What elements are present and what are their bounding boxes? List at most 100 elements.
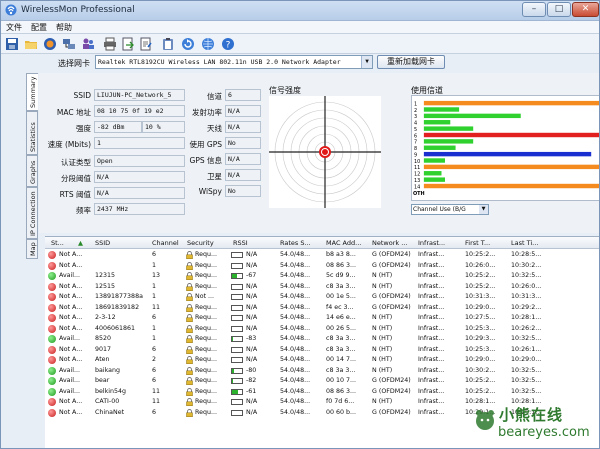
ssid-label: SSID [73,91,91,100]
tab-statistics[interactable]: Statistics [26,111,38,155]
cell-rssi: N/A [246,261,258,269]
table-row[interactable]: Not A... 18691839182 11 Requ... N/A 54.0/48..… [45,303,599,314]
ssid-value: LIUJUN-PC_Network_5 [97,91,172,99]
cell-sec: Requ... [195,251,217,258]
status-unavailable-icon [48,356,56,364]
tab-ip-connection[interactable]: IP Connection [26,187,38,239]
channel-bar-5 [423,126,474,131]
cell-inf: Infrast... [418,282,445,290]
menu-help[interactable]: 帮助 [56,22,72,33]
settings-icon[interactable] [139,37,153,51]
status-unavailable-icon [48,251,56,259]
cell-last: 10:29:2... [511,303,542,311]
table-row[interactable]: Not A... Aten 2 Requ... N/A 54.0/48... 00 14 7… [45,355,599,366]
rssi-bar [231,336,243,342]
rssi-bar [231,273,243,279]
help-icon[interactable]: ? [221,37,235,51]
cell-mac: c8 3a 3... [326,282,356,290]
tab-map[interactable]: Map [26,239,38,259]
table-row[interactable]: Avail... 8520 1 Requ... -83 54.0/48... c8 3a 3… [45,334,599,345]
cell-status: Avail... [59,377,81,384]
reload-adapter-button[interactable]: 重新加载网卡 [377,55,445,69]
globe-icon[interactable] [201,37,215,51]
minimize-button[interactable]: – [522,2,546,17]
status-unavailable-icon [48,303,56,312]
watermark-cn: 小熊在线 [499,406,564,424]
clipboard-icon[interactable] [161,37,175,51]
chevron-down-icon[interactable]: ▼ [361,56,372,68]
lock-icon [186,272,193,281]
sort-asc-icon[interactable]: ▲ [78,239,88,247]
table-row[interactable]: Not A... 13891877388a 1 Not ... N/A 54.0/48..… [45,292,599,303]
cell-sec: Requ... [195,282,217,290]
cell-status: Not A... [59,303,83,311]
table-row[interactable]: Not A... 2-3-12 6 Requ... N/A 54.0/48... 14 e6… [45,313,599,324]
cell-first: 10:30:2... [465,366,496,374]
table-row[interactable]: Avail... belkin54g 11 Requ... -61 54.0/48... 0… [45,387,599,398]
menu-file[interactable]: 文件 [6,22,22,33]
txpower-label: 发射功率 [192,108,222,117]
col-channel[interactable]: Channel [152,239,186,247]
cell-rssi: N/A [246,356,258,363]
chevron-down-icon[interactable]: ▼ [479,205,488,214]
col-rssi[interactable]: RSSI [233,239,277,247]
close-button[interactable]: ✕ [572,2,599,17]
cell-rates: 54.0/48... [280,261,311,269]
tab-summary[interactable]: Summary [26,73,38,111]
cell-first: 10:25:2... [465,377,496,384]
col-ssid[interactable]: SSID [95,239,150,247]
cell-rates: 54.0/48... [280,398,311,405]
record-icon[interactable] [43,37,57,51]
lock-icon [186,366,193,375]
table-row[interactable]: Avail... baikang 6 Requ... -80 54.0/48... c8 3… [45,366,599,377]
cell-inf: Infrast... [418,345,445,353]
open-folder-icon[interactable] [24,37,38,51]
cell-first: 10:25:2... [465,251,496,258]
col-last-seen[interactable]: Last Ti... [511,239,555,247]
network-icon[interactable] [62,37,76,51]
rssi-bar [231,357,243,363]
channel-label-6: 6 [414,133,417,139]
cell-mac: 00 1e 5... [326,293,356,300]
cell-sec: Requ... [195,335,217,342]
table-row[interactable]: Not A... 6 Requ... N/A 54.0/48... b8 a3 8... G… [45,250,599,261]
channel-label-1: 1 [414,101,417,107]
cell-inf: Infrast... [418,356,445,363]
wispy-value: No [228,187,236,195]
channel-label-9: 9 [414,152,417,158]
cell-ch: 1 [152,261,157,269]
cell-first: 10:29:3... [465,335,496,342]
status-unavailable-icon [48,398,56,406]
cell-ssid: 8520 [95,335,112,342]
table-row[interactable]: Avail... 12315 13 Requ... -67 54.0/48... 5c d9… [45,271,599,282]
table-row[interactable]: Not A... 12515 1 Requ... N/A 54.0/48... c8 3a … [45,282,599,293]
col-mac[interactable]: MAC Add... [326,239,370,247]
col-rates[interactable]: Rates S... [280,239,324,247]
col-network[interactable]: Network ... [372,239,417,247]
adapter-select[interactable]: Realtek RTL8192CU Wireless LAN 802.11n U… [95,55,373,69]
menu-config[interactable]: 配置 [31,22,47,33]
col-infrastructure[interactable]: Infrast... [418,239,464,247]
cell-ch: 6 [152,314,157,321]
col-first-seen[interactable]: First T... [465,239,509,247]
cell-ch: 11 [152,398,161,405]
export-icon[interactable] [121,37,135,51]
tab-graphs[interactable]: Graphs [26,155,38,187]
status-available-icon [48,335,56,343]
refresh-icon[interactable] [181,37,195,51]
cell-first: 10:29:0... [465,356,496,363]
channel-use-select[interactable]: Channel Use (B/G ▼ [411,204,489,215]
maximize-button[interactable]: □ [547,2,571,17]
table-row[interactable]: Not A... 4006061861 1 Requ... N/A 54.0/48... 0… [45,324,599,335]
save-icon[interactable] [5,37,19,51]
table-row[interactable]: Not A... 9017 6 Requ... N/A 54.0/48... c8 3a 3… [45,345,599,356]
cell-sec: Requ... [195,324,217,332]
users-icon[interactable] [81,37,95,51]
rssi-bar [231,252,243,258]
col-status[interactable]: St... [51,239,75,247]
status-available-icon [48,366,56,375]
col-security[interactable]: Security [187,239,229,247]
table-row[interactable]: Not A... 1 Requ... N/A 54.0/48... 08 86 3... G… [45,261,599,272]
print-icon[interactable] [103,37,117,51]
table-row[interactable]: Avail... bear 6 Requ... -82 54.0/48... 00 10 7… [45,376,599,387]
